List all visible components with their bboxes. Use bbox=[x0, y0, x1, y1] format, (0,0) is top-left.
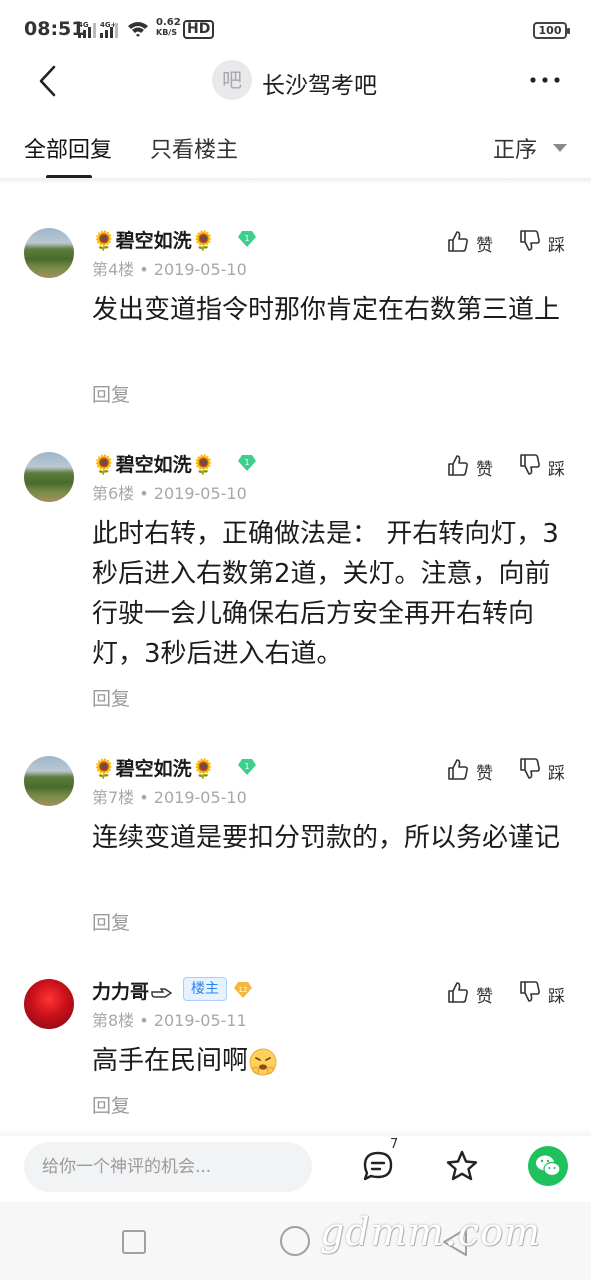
forum-avatar[interactable]: 吧 bbox=[212, 60, 252, 100]
reply-link[interactable]: 回复 bbox=[92, 1091, 130, 1118]
admiring-emoji-icon bbox=[249, 1048, 277, 1075]
tab-all-replies[interactable]: 全部回复 bbox=[24, 132, 112, 164]
thumbs-up-icon bbox=[448, 231, 468, 252]
sort-order-button[interactable]: 正序 bbox=[493, 132, 537, 164]
floor-number: 第6楼 bbox=[92, 484, 135, 503]
username[interactable]: 力力哥 bbox=[92, 977, 173, 1004]
svg-text:4G+: 4G+ bbox=[100, 21, 117, 29]
status-bar: 08:51 4G 4G+ 0.62 KB/S HD 100 bbox=[0, 0, 591, 60]
tab-owner-only[interactable]: 只看楼主 bbox=[150, 132, 238, 164]
comment-count: 7 bbox=[390, 1137, 399, 1152]
reply-link[interactable]: 回复 bbox=[92, 684, 130, 711]
thumbs-up-icon bbox=[448, 759, 468, 780]
svg-text:12: 12 bbox=[239, 986, 248, 994]
back-arrow-icon[interactable] bbox=[36, 64, 60, 98]
thumbs-down-icon bbox=[520, 454, 540, 475]
post-floor-7: 🌻碧空如洗🌻 1 赞 踩 第7楼 • 2019-05-10 连续变道是要扣分罚款… bbox=[0, 754, 591, 944]
user-avatar[interactable] bbox=[24, 452, 74, 502]
level-badge-icon: 1 bbox=[238, 455, 256, 471]
pointing-hand-icon bbox=[151, 987, 173, 998]
more-options-icon[interactable] bbox=[529, 76, 561, 84]
post-meta: 第8楼 • 2019-05-11 bbox=[92, 1011, 247, 1030]
floor-number: 第4楼 bbox=[92, 260, 135, 279]
post-content: 此时右转，正确做法是： 开右转向灯，3秒后进入右数第2道，关灯。注意，向前行驶一… bbox=[92, 519, 559, 669]
thumbs-down-icon bbox=[520, 758, 540, 779]
post-content: 发出变道指令时那你肯定在右数第三道上 bbox=[92, 295, 561, 325]
username[interactable]: 🌻碧空如洗🌻 bbox=[92, 450, 215, 477]
level-badge-icon: 1 bbox=[238, 759, 256, 775]
level-badge-icon: 1 bbox=[238, 231, 256, 247]
status-time: 08:51 bbox=[24, 18, 85, 40]
user-avatar[interactable] bbox=[24, 979, 74, 1029]
top-header: 吧 长沙驾考吧 bbox=[0, 56, 591, 106]
post-content: 高手在民间啊 bbox=[92, 1041, 562, 1081]
comment-input[interactable] bbox=[24, 1142, 312, 1192]
post-content: 连续变道是要扣分罚款的，所以务必谨记 bbox=[92, 823, 561, 853]
tabs-divider bbox=[0, 178, 591, 184]
thread-owner-badge: 楼主 bbox=[183, 977, 227, 1001]
system-nav-bar: gdmm.com bbox=[0, 1202, 591, 1280]
home-icon[interactable] bbox=[280, 1226, 310, 1256]
caret-down-icon[interactable] bbox=[553, 144, 567, 152]
svg-text:4G: 4G bbox=[78, 21, 89, 29]
post-meta: 第4楼 • 2019-05-10 bbox=[92, 260, 247, 279]
network-speed: 0.62 KB/S bbox=[156, 17, 181, 38]
post-floor-4: 🌻碧空如洗🌻 1 赞 踩 第4楼 • 2019-05-10 发出变道指令时那你肯… bbox=[0, 226, 591, 416]
post-date: 2019-05-10 bbox=[153, 484, 247, 503]
user-avatar[interactable] bbox=[24, 228, 74, 278]
post-date: 2019-05-11 bbox=[153, 1011, 247, 1030]
site-watermark: gdmm.com bbox=[320, 1210, 541, 1254]
username[interactable]: 🌻碧空如洗🌻 bbox=[92, 226, 215, 253]
post-date: 2019-05-10 bbox=[153, 260, 247, 279]
svg-text:1: 1 bbox=[244, 762, 249, 771]
reply-link[interactable]: 回复 bbox=[92, 908, 130, 935]
svg-text:1: 1 bbox=[244, 234, 249, 243]
level-badge-icon: 12 bbox=[234, 982, 252, 998]
recent-apps-icon[interactable] bbox=[122, 1230, 146, 1254]
user-avatar[interactable] bbox=[24, 756, 74, 806]
wechat-share-icon[interactable] bbox=[528, 1146, 568, 1186]
thumbs-down-icon bbox=[520, 230, 540, 251]
post-meta: 第7楼 • 2019-05-10 bbox=[92, 788, 247, 807]
reply-link[interactable]: 回复 bbox=[92, 380, 130, 407]
svg-text:1: 1 bbox=[244, 458, 249, 467]
battery-icon: 100 bbox=[533, 22, 570, 39]
post-date: 2019-05-10 bbox=[153, 788, 247, 807]
thumbs-up-icon bbox=[448, 982, 468, 1003]
floor-number: 第7楼 bbox=[92, 788, 135, 807]
post-floor-6: 🌻碧空如洗🌻 1 赞 踩 第6楼 • 2019-05-10 此时右转，正确做法是… bbox=[0, 450, 591, 720]
thumbs-up-icon bbox=[448, 455, 468, 476]
comments-icon[interactable] bbox=[360, 1148, 396, 1184]
floor-number: 第8楼 bbox=[92, 1011, 135, 1030]
username[interactable]: 🌻碧空如洗🌻 bbox=[92, 754, 215, 781]
thumbs-down-icon bbox=[520, 981, 540, 1002]
reply-filter-tabs: 全部回复 只看楼主 正序 bbox=[0, 118, 591, 180]
post-floor-8: 力力哥 楼主 12 赞 踩 第8楼 • 2019-05-11 高手在民间啊 回复 bbox=[0, 977, 591, 1127]
hd-voice-icon: HD bbox=[183, 20, 215, 39]
bottom-bar-divider bbox=[0, 1128, 591, 1136]
favorite-star-icon[interactable] bbox=[444, 1148, 480, 1184]
forum-title[interactable]: 长沙驾考吧 bbox=[262, 66, 377, 100]
post-meta: 第6楼 • 2019-05-10 bbox=[92, 484, 247, 503]
